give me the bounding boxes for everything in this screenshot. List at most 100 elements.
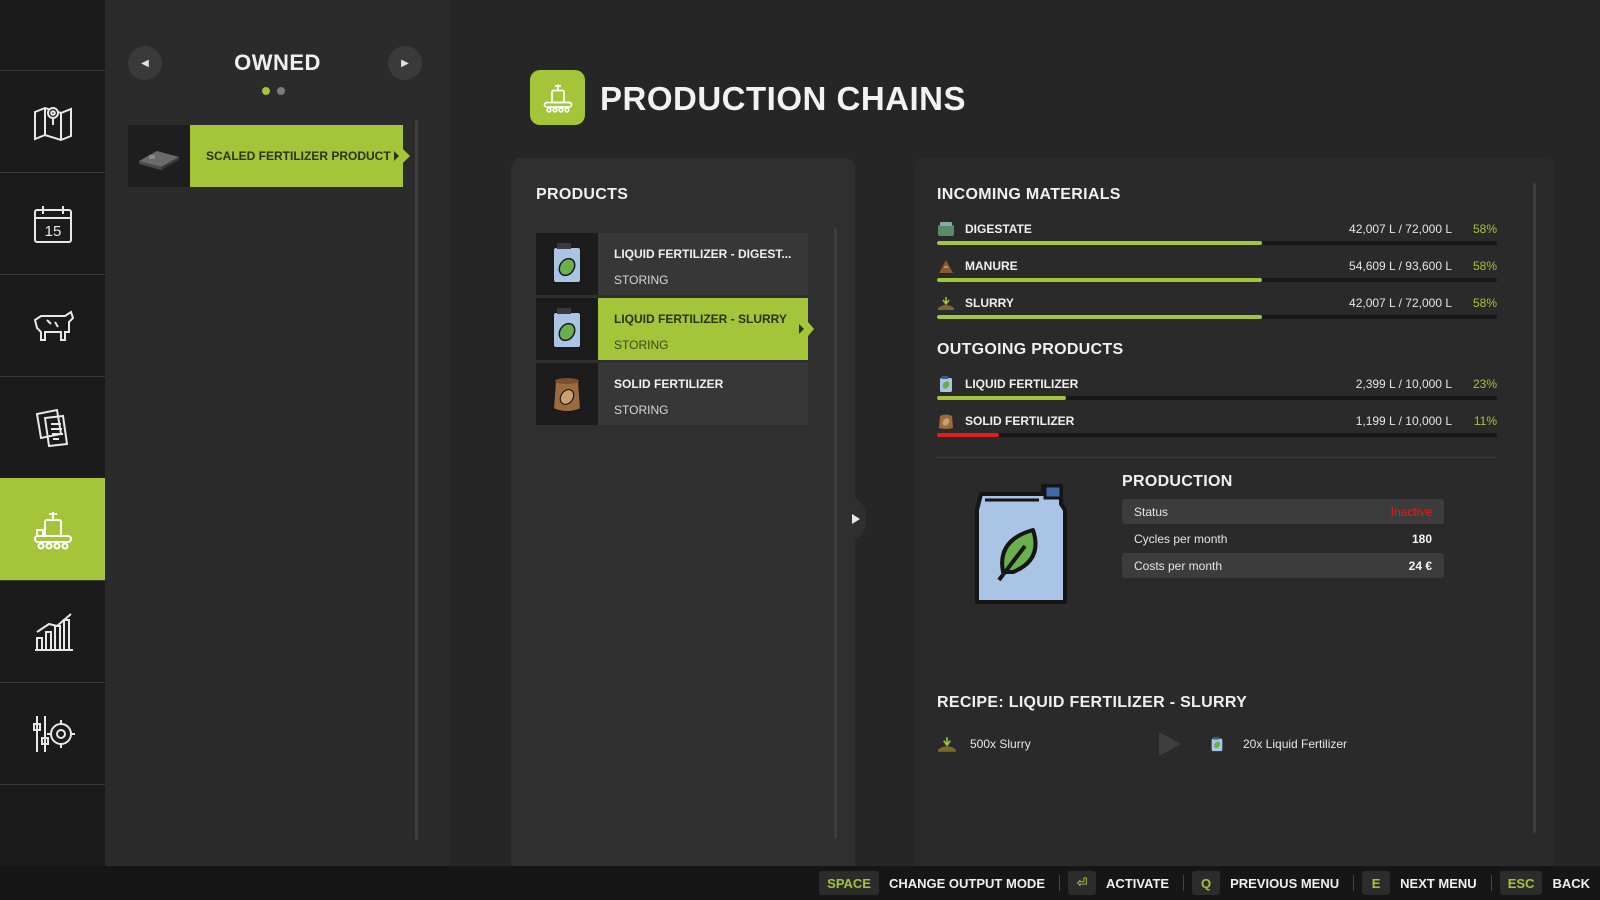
product-name: LIQUID FERTILIZER - SLURRY	[614, 312, 787, 326]
products-expand-arrow[interactable]	[846, 496, 866, 542]
material-amount: 42,007 L / 72,000 L	[1349, 222, 1452, 236]
owned-item-scaled-fertilizer[interactable]: SCALED FERTILIZER PRODUCT	[128, 125, 410, 187]
material-percent: 58%	[1472, 296, 1497, 310]
product-fill-bar	[937, 433, 1497, 437]
cycles-value: 180	[1411, 531, 1432, 546]
menu-settings[interactable]	[0, 682, 105, 785]
solid-fertilizer-icon	[939, 414, 953, 429]
slurry-icon	[938, 737, 956, 752]
incoming-material-row: SLURRY 42,007 L / 72,000 L 58%	[937, 294, 1497, 330]
caret-right-icon	[799, 324, 804, 334]
animals-icon	[33, 310, 74, 341]
material-fill-bar	[937, 315, 1497, 319]
owned-next-button[interactable]: ▶	[388, 46, 422, 80]
product-item-selected[interactable]: LIQUID FERTILIZER - SLURRY STORING	[536, 298, 814, 360]
owned-item-label: SCALED FERTILIZER PRODUCT	[190, 125, 410, 187]
incoming-material-row: MANURE 54,609 L / 93,600 L 58%	[937, 257, 1497, 293]
hint-previous-menu[interactable]: Q PREVIOUS MENU	[1192, 871, 1355, 895]
product-percent: 11%	[1473, 414, 1497, 428]
products-heading: PRODUCTS	[536, 186, 629, 203]
info-row-cycles: Cycles per month 180	[1122, 526, 1444, 551]
statistics-icon	[34, 613, 73, 651]
page-dot-1[interactable]	[262, 87, 270, 95]
outgoing-product-row: SOLID FERTILIZER 1,199 L / 10,000 L 11%	[937, 412, 1497, 448]
owned-scrollbar[interactable]	[415, 120, 418, 840]
selection-tip	[403, 149, 410, 163]
material-amount: 42,007 L / 72,000 L	[1349, 296, 1452, 310]
menu-map[interactable]	[0, 70, 105, 173]
fill-level	[937, 241, 1262, 245]
key-badge: SPACE	[819, 871, 879, 895]
production-heading: PRODUCTION	[1122, 473, 1233, 490]
product-thumbnail	[536, 363, 598, 425]
fill-level	[937, 396, 1066, 400]
caret-right-icon	[394, 151, 399, 161]
building-thumbnail	[128, 125, 190, 187]
hint-separator	[1183, 875, 1185, 891]
svg-text:15: 15	[44, 223, 61, 240]
incoming-material-row: DIGESTATE 42,007 L / 72,000 L 58%	[937, 220, 1497, 256]
recipe-input: 500x Slurry	[970, 737, 1031, 751]
products-scrollbar[interactable]	[834, 228, 837, 838]
arrow-right-icon: ▶	[401, 57, 409, 69]
production-icon	[543, 84, 572, 113]
hint-next-menu[interactable]: E NEXT MENU	[1362, 871, 1492, 895]
product-fill-bar	[937, 396, 1497, 400]
product-name: LIQUID FERTILIZER	[965, 377, 1079, 391]
material-percent: 58%	[1472, 259, 1497, 273]
info-label: Costs per month	[1134, 558, 1223, 573]
material-percent: 58%	[1472, 222, 1497, 236]
arrow-right-icon	[852, 514, 860, 524]
product-item[interactable]: LIQUID FERTILIZER - DIGEST... STORING	[536, 233, 808, 295]
product-item[interactable]: SOLID FERTILIZER STORING	[536, 363, 808, 425]
menu-production[interactable]	[0, 478, 112, 581]
hint-separator	[1058, 875, 1060, 891]
hint-separator	[1490, 875, 1492, 891]
costs-value: 24 €	[1408, 558, 1432, 573]
factory-thumbnail-icon	[139, 151, 179, 170]
material-name: DIGESTATE	[965, 222, 1032, 236]
page-title: PRODUCTION CHAINS	[600, 80, 967, 117]
product-body: LIQUID FERTILIZER - SLURRY STORING	[598, 298, 814, 360]
recipe-output: 20x Liquid Fertilizer	[1243, 737, 1348, 751]
menu-animals[interactable]	[0, 274, 105, 377]
product-status: STORING	[614, 273, 669, 287]
material-fill-bar	[937, 241, 1497, 245]
key-badge: ESC	[1499, 871, 1543, 895]
recipe-row: 500x Slurry 20x Liquid Fertilizer	[937, 732, 1497, 764]
liquid-fertilizer-icon	[552, 308, 582, 349]
fill-level	[937, 315, 1262, 319]
input-hints-bar: SPACE CHANGE OUTPUT MODE ⏎ ACTIVATE Q PR…	[0, 866, 1600, 900]
info-row-status: Status Inactive	[1122, 499, 1444, 524]
digestate-icon	[938, 222, 954, 236]
manure-icon	[939, 260, 953, 273]
products-panel: PRODUCTS LIQUID FERTILIZER - DIGEST... S…	[511, 158, 855, 866]
menu-statistics[interactable]	[0, 580, 105, 683]
menu-contracts[interactable]	[0, 376, 105, 479]
recipe-arrow-icon	[1159, 732, 1181, 756]
hint-label: NEXT MENU	[1400, 875, 1477, 891]
hint-change-output-mode[interactable]: SPACE CHANGE OUTPUT MODE	[819, 871, 1060, 895]
menu-calendar[interactable]: 15	[0, 172, 105, 275]
production-details-panel: INCOMING MATERIALS DIGESTATE 42,007 L / …	[915, 158, 1555, 866]
production-icon	[33, 512, 72, 550]
page-dot-2[interactable]	[277, 87, 285, 95]
hint-activate[interactable]: ⏎ ACTIVATE	[1067, 871, 1185, 895]
info-label: Cycles per month	[1134, 531, 1228, 546]
slurry-icon	[938, 297, 954, 310]
page-indicator	[262, 87, 285, 95]
product-name: SOLID FERTILIZER	[614, 377, 724, 391]
owned-productions-panel: ◀ OWNED ▶ SCALED FERTILIZER PRODUCT	[105, 0, 450, 866]
product-amount: 1,199 L / 10,000 L	[1355, 414, 1452, 428]
section-divider	[937, 457, 1497, 458]
product-name: LIQUID FERTILIZER - DIGEST...	[614, 247, 792, 261]
product-thumbnail	[536, 233, 598, 295]
hint-back[interactable]: ESC BACK	[1499, 871, 1590, 895]
map-icon	[33, 106, 72, 142]
liquid-fertilizer-icon	[552, 243, 582, 284]
details-scrollbar[interactable]	[1533, 183, 1536, 833]
liquid-fertilizer-icon	[940, 376, 952, 392]
calendar-icon: 15	[33, 206, 72, 243]
product-thumbnail	[536, 298, 598, 360]
key-badge: E	[1362, 871, 1391, 895]
